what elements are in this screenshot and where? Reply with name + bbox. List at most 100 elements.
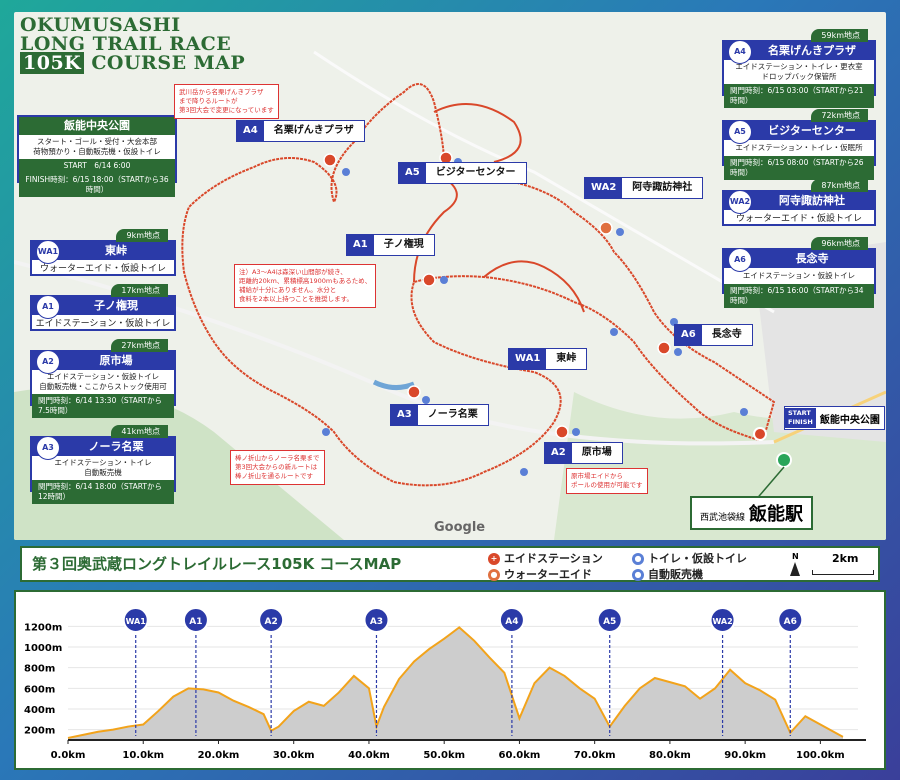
desc-a2: エイドステーション・仮設トイレ 自動販売機・ここからストック使用可 [39, 372, 167, 391]
km-a6: 96km地点 [811, 237, 868, 250]
legend-title: 第３回奥武蔵ロングトレイルレース105K コースMAP [32, 555, 402, 573]
info-box-a4: 59km地点 A4 名栗げんきプラザ エイドステーション・トイレ・更衣室 ドロップ… [722, 29, 876, 108]
desc-a6: エイドステーション・仮設トイレ [742, 271, 856, 280]
north-arrow-icon: N [792, 552, 799, 561]
time-a6: 関門時刻：6/15 16:00（STARTから34時間） [724, 284, 874, 308]
map-label-a3-code: A3 [391, 405, 418, 425]
station-marker-label: A5 [603, 617, 616, 627]
toilet-icon: ● [632, 553, 644, 565]
map-title: OKUMUSASHI LONG TRAIL RACE 105K COURSE M… [20, 16, 246, 74]
north-arrow-shape [790, 562, 800, 576]
map-label-a5-code: A5 [399, 163, 426, 183]
finish-label: FINISH [788, 418, 813, 426]
info-box-a1: 17km地点 A1 子ノ権現 エイドステーション・仮設トイレ [30, 284, 176, 331]
x-tick-label: 80.0km [649, 750, 691, 761]
start-time: START 6/14 6:00 [19, 159, 175, 173]
name-a4: 名栗げんきプラザ [768, 44, 856, 57]
x-tick-label: 90.0km [724, 750, 766, 761]
badge-a3: A3 [36, 436, 60, 460]
name-wa1: 東峠 [105, 244, 127, 257]
course-map[interactable]: OKUMUSASHI LONG TRAIL RACE 105K COURSE M… [14, 12, 886, 540]
start-box-line2: 荷物預かり・自動販売機・仮設トイレ [33, 147, 161, 156]
badge-a5: A5 [728, 120, 752, 144]
finish-time: FINISH時刻：6/15 18:00（STARTから36時間） [19, 173, 175, 197]
title-line3: 105K COURSE MAP [20, 52, 246, 74]
y-tick-label: 1200m [24, 622, 62, 633]
legend-aid-label: エイドステーション [504, 552, 603, 565]
name-a6: 長念寺 [795, 252, 829, 265]
vending-machine-icon: ● [632, 569, 644, 581]
badge-a6: A6 [728, 248, 752, 272]
badge-wa1: WA1 [36, 240, 60, 264]
title-distance: 105K [20, 52, 85, 74]
note-supply-warning: 注）A3～A4は森深い山間部が続き、 距離約20km、累積標高1900mもあるた… [234, 264, 377, 308]
km-a5: 72km地点 [811, 109, 868, 122]
scale-bar [812, 570, 874, 575]
start-finish-marker[interactable]: START FINISH 飯能中央公園 [784, 406, 885, 430]
start-info-box: 飯能中央公園 スタート・ゴール・受付・大会本部 荷物預かり・自動販売機・仮設トイ… [17, 115, 177, 197]
km-a2: 27km地点 [111, 339, 168, 352]
legend-toilet: ● トイレ・仮設トイレ [632, 550, 747, 566]
desc-a3: エイドステーション・トイレ 自動販売機 [54, 458, 152, 477]
map-label-a5-name: ビジターセンター [435, 167, 516, 178]
time-a3: 関門時刻：6/14 18:00（STARTから12時間） [32, 480, 174, 504]
badge-a4: A4 [728, 40, 752, 64]
map-label-a6-code: A6 [675, 325, 702, 345]
map-label-a1-code: A1 [347, 235, 374, 255]
name-a3: ノーラ名栗 [88, 440, 144, 453]
time-a2: 関門時刻：6/14 13:30（STARTから7.5時間） [32, 394, 174, 418]
map-label-a6[interactable]: A6 長念寺 [674, 324, 753, 346]
station-marker-label: A2 [265, 617, 278, 627]
badge-a1: A1 [36, 295, 60, 319]
y-tick-label: 800m [24, 664, 55, 675]
badge-wa2: WA2 [728, 190, 752, 214]
name-a2: 原市場 [99, 354, 133, 367]
elevation-area [68, 627, 843, 740]
legend-toilet-label: トイレ・仮設トイレ [648, 552, 747, 565]
map-label-a3-name: ノーラ名栗 [427, 409, 478, 420]
map-label-a4-name: 名栗げんきプラザ [273, 125, 354, 136]
info-box-a6: 96km地点 A6 長念寺 エイドステーション・仮設トイレ 関門時刻：6/15 1… [722, 237, 876, 308]
km-wa1: 9km地点 [116, 229, 168, 242]
start-label: START [788, 409, 811, 417]
note-pole-use: 原市場エイドから ポールの使用が可能です [566, 468, 648, 494]
scale-label: 2km [832, 552, 859, 565]
map-label-a4-code: A4 [237, 121, 264, 141]
info-box-wa1: 9km地点 WA1 東峠 ウォーターエイド・仮設トイレ [30, 229, 176, 276]
map-label-a5[interactable]: A5 ビジターセンター [398, 162, 527, 184]
station-marker-label: A3 [370, 617, 383, 627]
legend-vending: ● 自動販売機 [632, 566, 703, 582]
title-course-map: COURSE MAP [91, 52, 246, 74]
map-label-a1[interactable]: A1 子ノ権現 [346, 234, 435, 256]
aid-station-icon: + [488, 553, 500, 565]
legend-water: ● ウォーターエイド [488, 566, 592, 582]
map-label-wa1[interactable]: WA1 東峠 [508, 348, 588, 370]
station-line: 西武池袋線 [700, 513, 746, 523]
info-box-a3: 41km地点 A3 ノーラ名栗 エイドステーション・トイレ 自動販売機 関門時刻：… [30, 425, 176, 504]
start-finish-name: 飯能中央公園 [819, 414, 880, 426]
x-tick-label: 40.0km [348, 750, 390, 761]
map-label-wa2-code: WA2 [585, 178, 623, 198]
map-label-a4[interactable]: A4 名栗げんきプラザ [236, 120, 365, 142]
map-label-wa1-code: WA1 [509, 349, 547, 369]
desc-a4: エイドステーション・トイレ・更衣室 ドロップバック保管所 [735, 62, 863, 81]
google-logo: Google [434, 520, 486, 535]
station-marker-label: WA2 [712, 617, 732, 626]
km-wa2: 87km地点 [811, 179, 868, 192]
name-a1: 子ノ権現 [94, 299, 138, 312]
map-label-a3[interactable]: A3 ノーラ名栗 [390, 404, 489, 426]
map-label-a2[interactable]: A2 原市場 [544, 442, 623, 464]
desc-a5: エイドステーション・トイレ・仮眠所 [735, 143, 863, 152]
km-a3: 41km地点 [111, 425, 168, 438]
station-marker-label: A6 [784, 617, 797, 627]
km-a1: 17km地点 [111, 284, 168, 297]
map-label-a2-name: 原市場 [581, 447, 612, 458]
x-tick-label: 30.0km [273, 750, 315, 761]
y-tick-label: 400m [24, 705, 55, 716]
map-label-a2-code: A2 [545, 443, 572, 463]
map-label-a6-name: 長念寺 [711, 329, 742, 340]
map-label-wa2[interactable]: WA2 阿寺諏訪神社 [584, 177, 704, 199]
elevation-profile: 1200m 1000m 800m 600m 400m 200m 0.0km 10.0km 20.… [14, 590, 886, 770]
name-a5: ビジターセンター [768, 124, 856, 137]
legend-vending-label: 自動販売機 [648, 568, 703, 581]
